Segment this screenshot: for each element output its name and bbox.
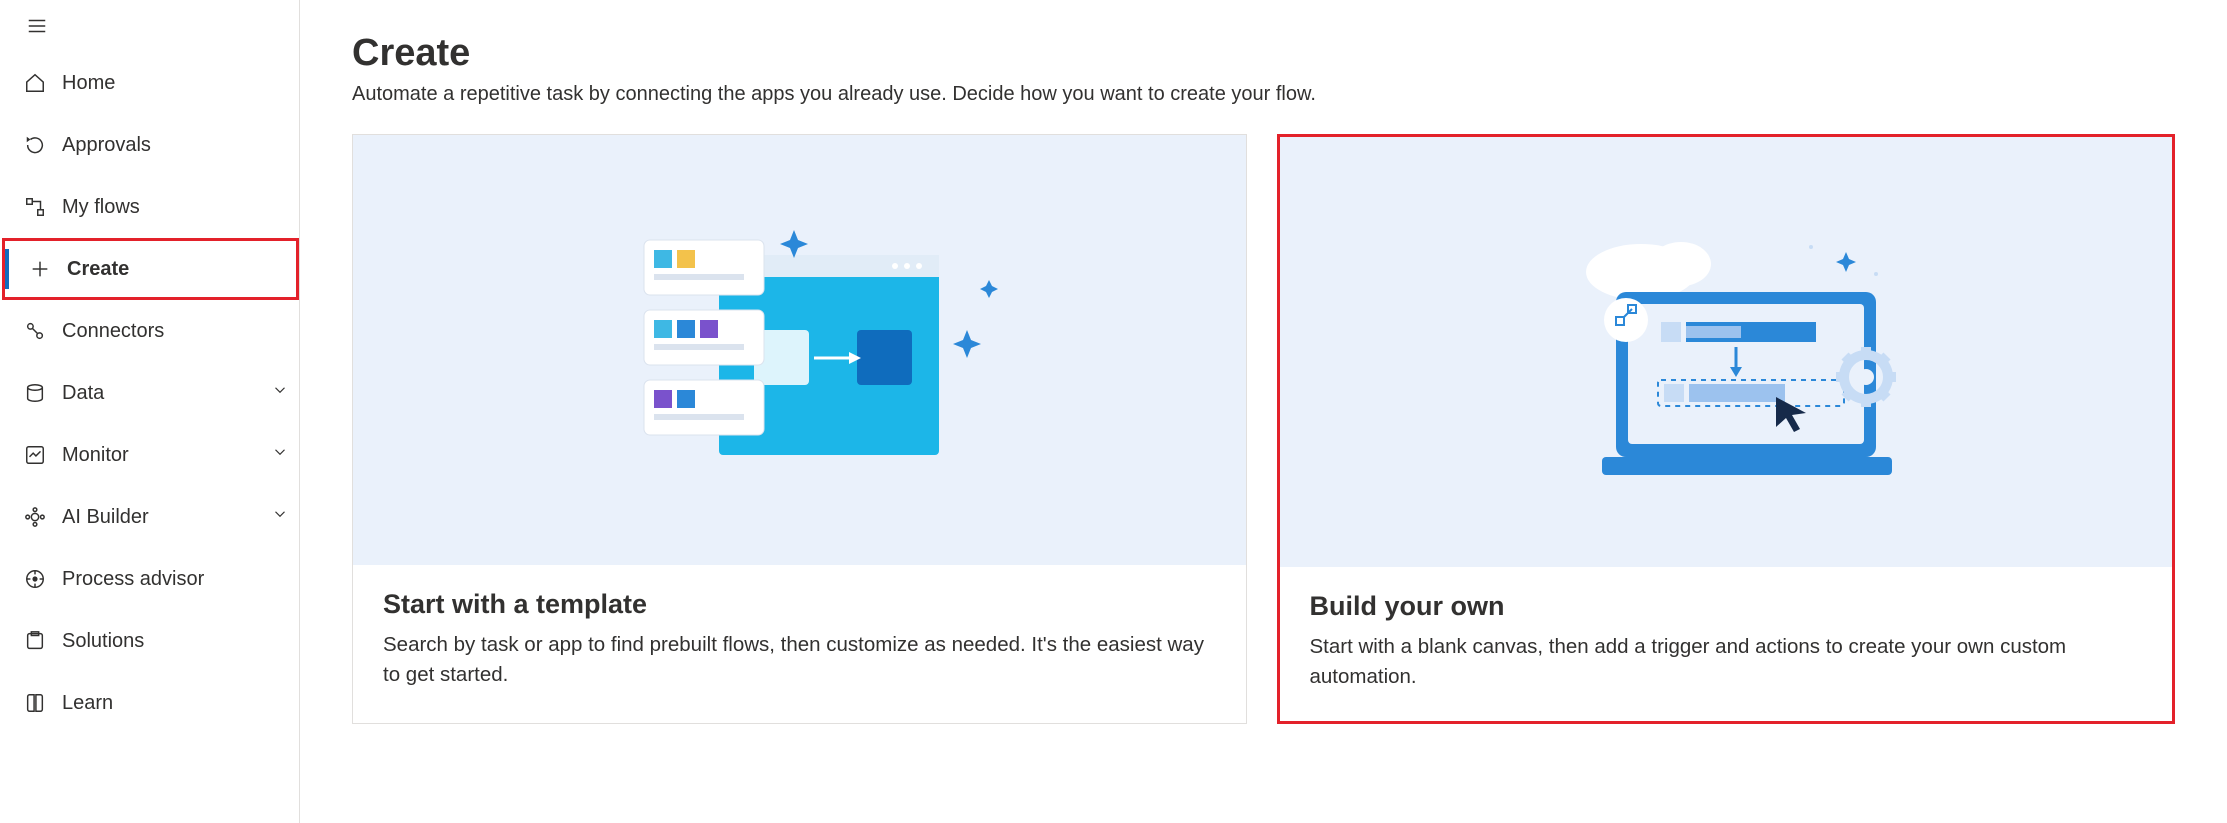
sidebar-item-data[interactable]: Data: [0, 362, 299, 424]
sidebar-item-learn[interactable]: Learn: [0, 672, 299, 734]
sidebar-item-monitor[interactable]: Monitor: [0, 424, 299, 486]
flows-icon: [24, 196, 58, 218]
sidebar-item-label: Home: [62, 72, 115, 95]
plus-icon: [29, 258, 63, 280]
sidebar-item-myflows[interactable]: My flows: [0, 176, 299, 238]
page-subtitle: Automate a repetitive task by connecting…: [352, 83, 2175, 106]
sidebar-item-label: Monitor: [62, 444, 129, 467]
sidebar-item-label: Create: [67, 258, 129, 281]
hamburger-button[interactable]: [6, 6, 68, 46]
process-icon: [24, 568, 58, 590]
chevron-down-icon: [271, 505, 289, 529]
sidebar-item-label: Data: [62, 382, 104, 405]
ai-icon: [24, 506, 58, 528]
card-description: Start with a blank canvas, then add a tr…: [1310, 632, 2143, 691]
card-title: Start with a template: [383, 589, 1216, 620]
card-illustration: [1280, 137, 2173, 567]
sidebar-item-solutions[interactable]: Solutions: [0, 610, 299, 672]
card-body: Build your own Start with a blank canvas…: [1280, 567, 2173, 721]
sidebar-item-label: Connectors: [62, 320, 164, 343]
card-title: Build your own: [1310, 591, 2143, 622]
chevron-down-icon: [271, 443, 289, 467]
create-cards: Start with a template Search by task or …: [352, 134, 2175, 724]
connectors-icon: [24, 320, 58, 342]
sidebar: Home Approvals My flows Create Connector…: [0, 0, 300, 823]
sidebar-item-label: My flows: [62, 196, 140, 219]
sidebar-item-home[interactable]: Home: [0, 52, 299, 114]
build-illustration-icon: [1516, 202, 1936, 502]
home-icon: [24, 72, 58, 94]
card-illustration: [353, 135, 1246, 565]
sidebar-item-create[interactable]: Create: [2, 238, 299, 300]
card-body: Start with a template Search by task or …: [353, 565, 1246, 719]
template-illustration-icon: [589, 200, 1009, 500]
sidebar-item-processadvisor[interactable]: Process advisor: [0, 548, 299, 610]
sidebar-item-connectors[interactable]: Connectors: [0, 300, 299, 362]
sidebar-item-label: Process advisor: [62, 568, 204, 591]
monitor-icon: [24, 444, 58, 466]
sidebar-item-label: AI Builder: [62, 506, 149, 529]
card-build-your-own[interactable]: Build your own Start with a blank canvas…: [1277, 134, 2176, 724]
solutions-icon: [24, 630, 58, 652]
sidebar-item-label: Approvals: [62, 134, 151, 157]
card-start-with-template[interactable]: Start with a template Search by task or …: [352, 134, 1247, 724]
sidebar-item-approvals[interactable]: Approvals: [0, 114, 299, 176]
main-content: Create Automate a repetitive task by con…: [300, 0, 2227, 823]
page-title: Create: [352, 32, 2175, 75]
card-description: Search by task or app to find prebuilt f…: [383, 630, 1216, 689]
sidebar-item-label: Learn: [62, 692, 113, 715]
chevron-down-icon: [271, 381, 289, 405]
hamburger-icon: [26, 15, 48, 37]
sidebar-item-label: Solutions: [62, 630, 144, 653]
data-icon: [24, 382, 58, 404]
learn-icon: [24, 692, 58, 714]
sidebar-item-aibuilder[interactable]: AI Builder: [0, 486, 299, 548]
approvals-icon: [24, 134, 58, 156]
